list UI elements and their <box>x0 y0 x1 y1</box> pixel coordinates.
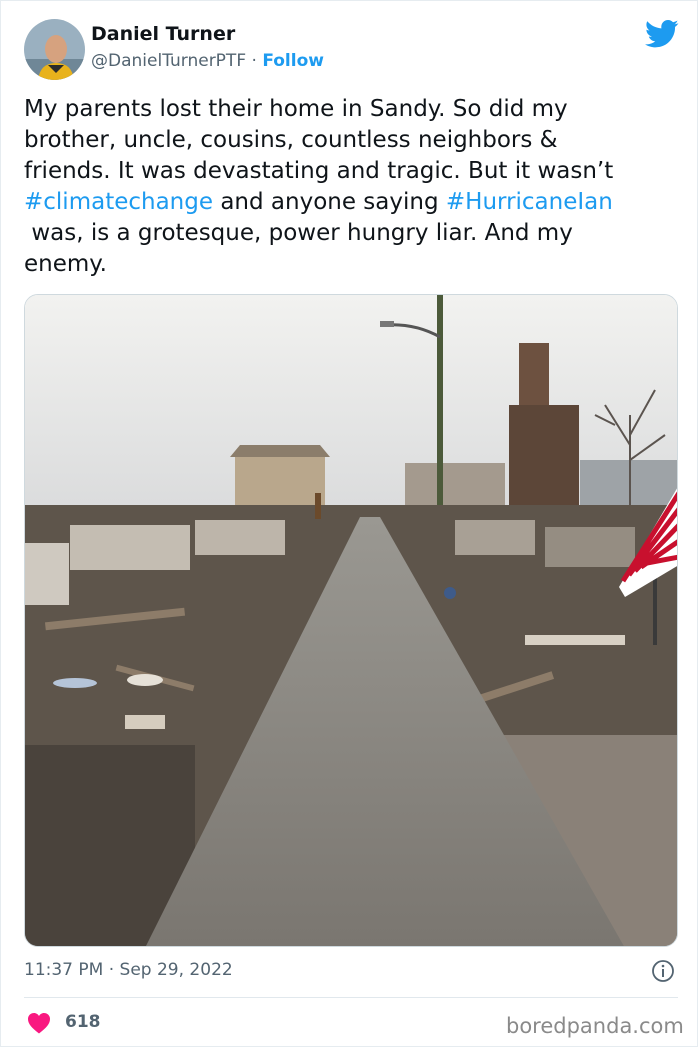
tweet-line: and anyone saying <box>213 189 446 215</box>
tweet-date: Sep 29, 2022 <box>119 960 233 980</box>
like-count[interactable]: 618 <box>65 1012 101 1032</box>
follow-button[interactable]: Follow <box>262 51 324 71</box>
heart-icon[interactable] <box>27 1012 51 1034</box>
info-icon[interactable] <box>651 959 675 983</box>
tweet-time: 11:37 PM <box>24 960 104 980</box>
tweet-line: My parents lost their home in Sandy. So … <box>24 96 568 122</box>
divider <box>24 997 678 998</box>
watermark: boredpanda.com <box>506 1014 684 1038</box>
author-handle[interactable]: @DanielTurnerPTF <box>91 51 246 71</box>
author-handle-row: @DanielTurnerPTF · Follow <box>91 51 324 71</box>
tweet-line: brother, uncle, cousins, countless neigh… <box>24 127 558 153</box>
tweet-line: friends. It was devastating and tragic. … <box>24 158 614 184</box>
tweet-text: My parents lost their home in Sandy. So … <box>24 94 684 280</box>
handle-separator: · <box>251 51 257 71</box>
date-separator: · <box>108 960 115 980</box>
tweet-photo[interactable] <box>24 294 678 947</box>
tweet-line: was, is a grotesque, power hungry liar. … <box>24 220 573 246</box>
tweet-card: Daniel Turner @DanielTurnerPTF · Follow … <box>0 0 698 1047</box>
author-avatar[interactable] <box>24 19 85 80</box>
hashtag-climatechange-link[interactable]: #climatechange <box>24 189 213 215</box>
author-name[interactable]: Daniel Turner <box>91 23 235 45</box>
twitter-bird-icon[interactable] <box>645 19 679 49</box>
tweet-line: enemy. <box>24 251 107 277</box>
tweet-timestamp[interactable]: 11:37 PM · Sep 29, 2022 <box>24 960 233 980</box>
hashtag-hurricaneian-link[interactable]: #HurricaneIan <box>446 189 613 215</box>
